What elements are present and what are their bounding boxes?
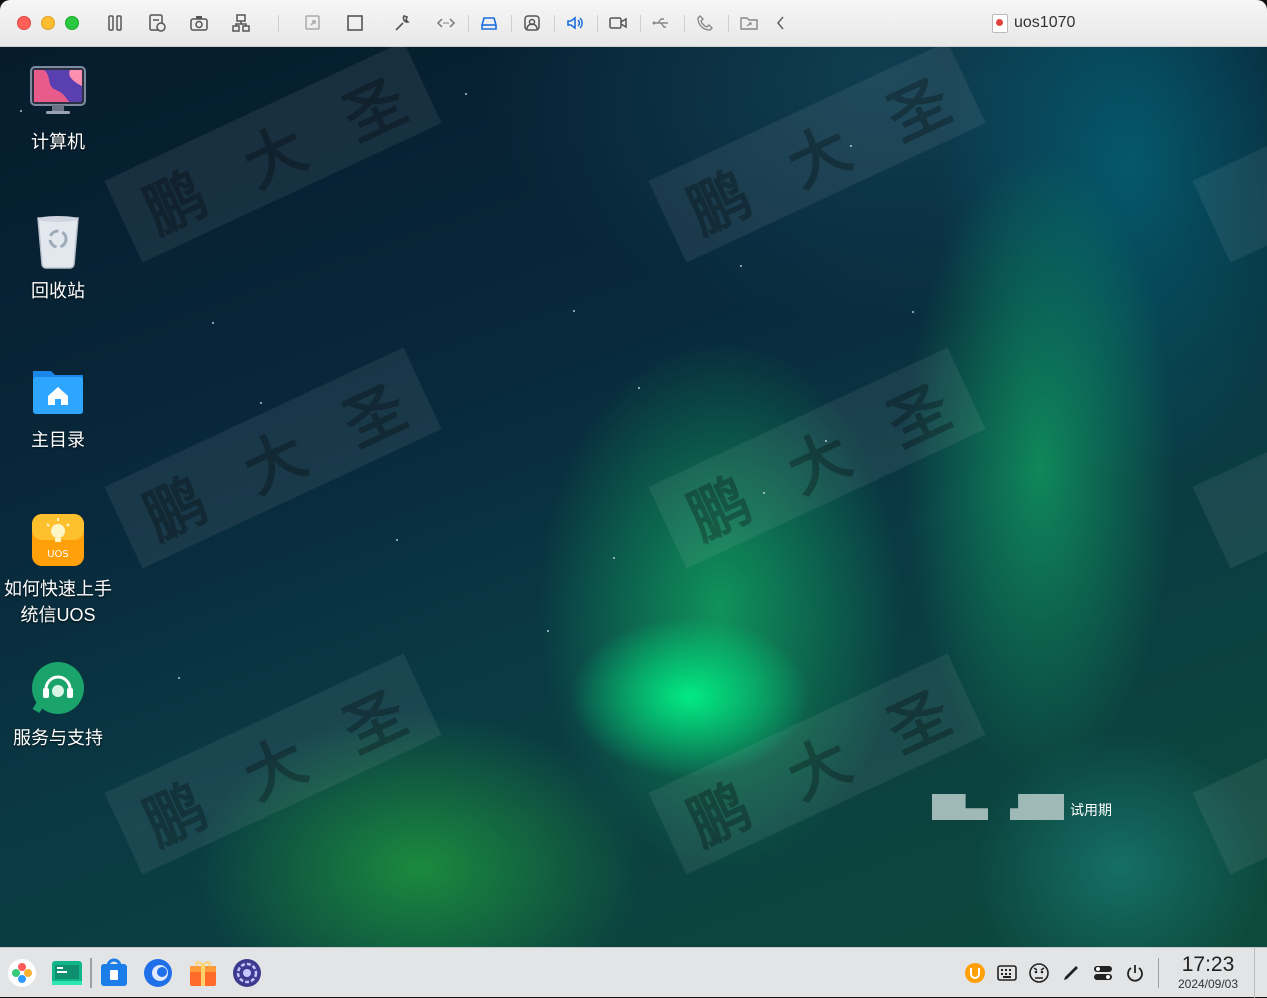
document-icon: [992, 13, 1008, 33]
watermark-char: 大: [777, 418, 862, 508]
desktop-icon-label: 主目录: [31, 430, 85, 450]
watermark-char: 大: [777, 724, 862, 814]
power-icon[interactable]: [1124, 962, 1146, 984]
pause-icon[interactable]: [105, 13, 125, 33]
activation-status: 试用期: [932, 794, 1112, 820]
desktop-icon-home[interactable]: 主目录: [3, 363, 113, 453]
watermark-char: 大: [777, 112, 862, 202]
watermark: 鹏 大 圣: [648, 653, 986, 875]
watermark: 鹏 大 圣: [648, 47, 986, 263]
launcher-icon[interactable]: [6, 957, 38, 989]
watermark-char: 圣: [877, 678, 961, 767]
minimize-window-button[interactable]: [41, 16, 55, 30]
wrench-icon[interactable]: [392, 13, 412, 33]
watermark-char: 圣: [877, 372, 961, 461]
network-icon[interactable]: [231, 13, 251, 33]
watermark-char: 圣: [333, 372, 417, 461]
account-icon[interactable]: [522, 13, 542, 33]
watermark-char: 鹏: [677, 771, 762, 860]
desktop-icon-label: 回收站: [31, 281, 85, 301]
restore-icon[interactable]: [303, 13, 323, 33]
support-icon: [30, 661, 86, 717]
watermark-char: 大: [233, 112, 318, 202]
watermark: 鹏: [1192, 347, 1267, 569]
chevron-left-icon[interactable]: [771, 13, 791, 33]
video-icon[interactable]: [608, 13, 628, 33]
vm-title-text: uos1070: [1014, 14, 1076, 31]
watermark-char: 大: [233, 418, 318, 508]
snapshot-list-icon[interactable]: [147, 13, 167, 33]
watermark: 鹏 大 圣: [104, 47, 442, 263]
watermark: 鹏 大 圣: [104, 347, 442, 569]
uos-id-icon[interactable]: [964, 962, 986, 984]
desktop-icon-trash[interactable]: 回收站: [3, 214, 113, 304]
clock[interactable]: 17:23 2024/09/03: [1172, 953, 1244, 991]
taskbar-divider: [90, 958, 92, 988]
activation-shape: [932, 794, 988, 820]
app-store-icon[interactable]: [98, 957, 130, 989]
watermark-char: 鹏: [133, 159, 218, 248]
watermark-char: 大: [233, 724, 318, 814]
watermark-char: 鹏: [677, 159, 762, 248]
computer-icon: [30, 65, 86, 121]
code-icon[interactable]: [436, 13, 456, 33]
shared-folder-icon[interactable]: [739, 13, 759, 33]
vm-title: uos1070: [992, 13, 1075, 33]
clock-date: 2024/09/03: [1177, 977, 1239, 991]
watermark-char: 圣: [333, 66, 417, 155]
close-window-button[interactable]: [17, 16, 31, 30]
clock-time: 17:23: [1181, 953, 1235, 976]
watermark-char: 鹏: [677, 465, 762, 554]
trial-label: 试用期: [1070, 802, 1112, 818]
zoom-window-button[interactable]: [65, 16, 79, 30]
watermark: 鹏: [1192, 47, 1267, 263]
desktop-icon-label: 如何快速上手统信UOS: [4, 579, 112, 625]
watermark: 鹏 大 圣: [104, 653, 442, 875]
desktop-icon-label: 服务与支持: [13, 728, 103, 748]
desktop-icon-support[interactable]: 服务与支持: [3, 661, 113, 751]
watermark-char: 鹏: [133, 465, 218, 554]
desktop-icon-computer[interactable]: 计算机: [3, 65, 113, 155]
settings-icon[interactable]: [231, 957, 263, 989]
watermark: 鹏: [1192, 653, 1267, 875]
phone-icon[interactable]: [695, 13, 715, 33]
home-folder-icon: [30, 363, 86, 419]
watermark-char: 鹏: [133, 771, 218, 860]
desktop[interactable]: 鹏 大 圣 鹏 大 圣 鹏 鹏 大 圣 鹏 大 圣 鹏 鹏 大 圣 鹏 大 圣 …: [0, 47, 1267, 947]
watermark: 鹏 大 圣: [648, 347, 986, 569]
toggle-icon[interactable]: [1092, 962, 1114, 984]
svg-text:UOS: UOS: [47, 549, 69, 560]
taskbar: 17:23 2024/09/03: [0, 947, 1267, 998]
activation-shape: [1010, 794, 1064, 820]
watermark-char: 圣: [877, 66, 961, 155]
camera-icon[interactable]: [189, 13, 209, 33]
watermark-char: 圣: [333, 678, 417, 767]
fullscreen-icon[interactable]: [345, 13, 365, 33]
drive-icon[interactable]: [479, 13, 499, 33]
pen-icon[interactable]: [1060, 962, 1082, 984]
trash-icon: [30, 214, 86, 270]
user-icon[interactable]: [1028, 962, 1050, 984]
desktop-icon-label: 计算机: [31, 132, 85, 152]
show-desktop-button[interactable]: [1254, 948, 1267, 998]
keyboard-icon[interactable]: [996, 962, 1018, 984]
browser-icon[interactable]: [142, 957, 174, 989]
usb-icon[interactable]: [651, 13, 671, 33]
gift-icon[interactable]: [187, 957, 219, 989]
file-manager-icon[interactable]: [51, 957, 83, 989]
taskbar-divider: [1158, 958, 1159, 988]
speaker-icon[interactable]: [565, 13, 585, 33]
uos-guide-icon: UOS: [30, 512, 86, 568]
desktop-icon-uos-guide[interactable]: UOS 如何快速上手统信UOS: [3, 512, 113, 628]
vm-toolbar: uos1070: [0, 0, 1267, 47]
